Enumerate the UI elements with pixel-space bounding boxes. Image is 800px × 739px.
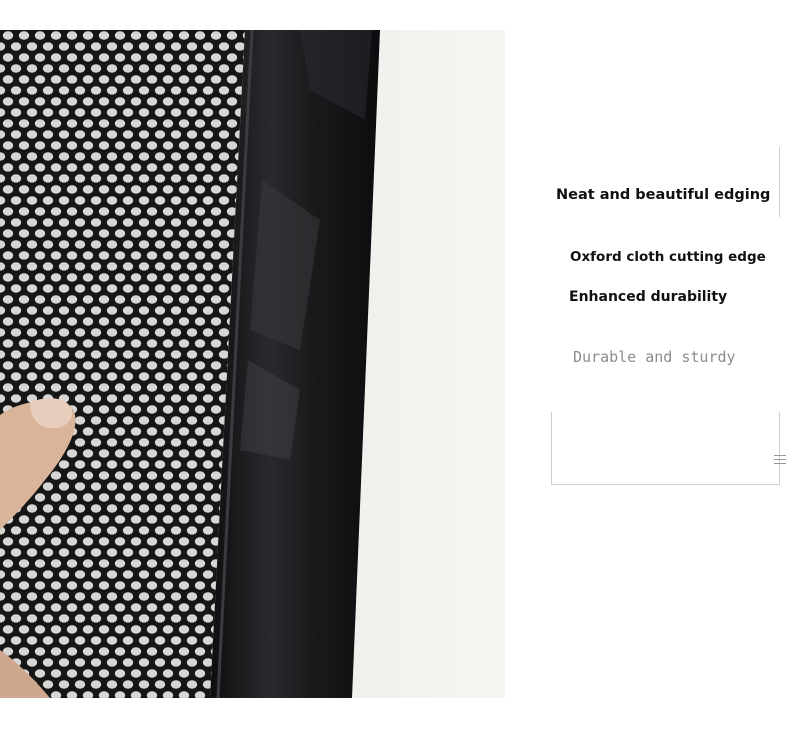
callout-frame-left	[551, 412, 552, 484]
product-detail-page: Neat and beautiful edging Oxford cloth c…	[0, 0, 800, 739]
callout-frame-top-right	[779, 147, 780, 217]
caption-durable-sturdy: Durable and sturdy	[573, 348, 736, 366]
callout-frame-right	[779, 412, 780, 484]
caption-oxford-cloth: Oxford cloth cutting edge	[570, 249, 766, 265]
caption-neat-edging: Neat and beautiful edging	[556, 187, 771, 203]
mesh-net	[0, 30, 245, 698]
caption-durability: Enhanced durability	[569, 289, 728, 305]
callout-frame-bottom	[551, 484, 780, 485]
mesh-edge-photo	[0, 30, 505, 698]
mesh-photo-svg	[0, 30, 505, 698]
menu-grip-icon	[774, 455, 786, 469]
